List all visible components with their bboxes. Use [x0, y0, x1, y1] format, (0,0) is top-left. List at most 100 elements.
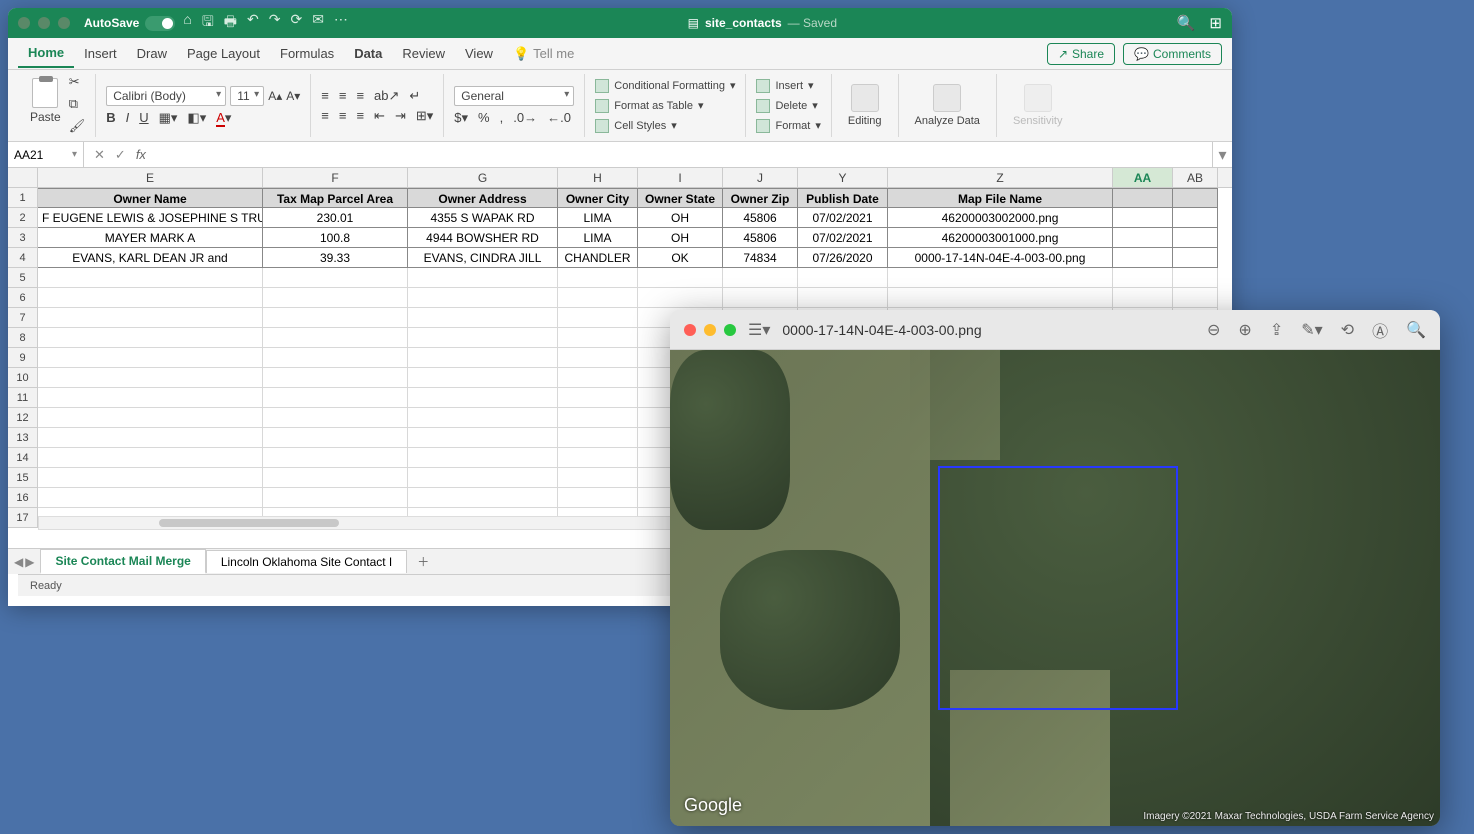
cell-J5[interactable] [723, 268, 798, 288]
autosave-switch[interactable] [145, 16, 175, 31]
cell-Y1[interactable]: Publish Date [798, 188, 888, 208]
cut-icon[interactable]: ✂ [69, 74, 86, 90]
conditional-formatting-button[interactable]: Conditional Formatting ▾ [595, 78, 735, 94]
cell-AA4[interactable] [1113, 248, 1173, 268]
tab-draw[interactable]: Draw [127, 40, 177, 67]
cell-F7[interactable] [263, 308, 408, 328]
cell-G8[interactable] [408, 328, 558, 348]
increase-decimal-icon[interactable]: .0→ [513, 110, 537, 125]
row-header-10[interactable]: 10 [8, 368, 37, 388]
row-header-1[interactable]: 1 [8, 188, 37, 208]
column-header-G[interactable]: G [408, 168, 558, 187]
cell-F10[interactable] [263, 368, 408, 388]
markup-icon[interactable]: ✎▾ [1301, 320, 1322, 340]
cell-E1[interactable]: Owner Name [38, 188, 263, 208]
cell-AA1[interactable] [1113, 188, 1173, 208]
align-middle-icon[interactable]: ≡ [339, 88, 347, 103]
row-header-8[interactable]: 8 [8, 328, 37, 348]
analyze-data-button[interactable]: Analyze Data [909, 80, 986, 131]
cell-H9[interactable] [558, 348, 638, 368]
row-header-2[interactable]: 2 [8, 208, 37, 228]
column-header-H[interactable]: H [558, 168, 638, 187]
cell-J4[interactable]: 74834 [723, 248, 798, 268]
scrollbar-thumb[interactable] [159, 519, 339, 527]
cell-F8[interactable] [263, 328, 408, 348]
cell-I1[interactable]: Owner State [638, 188, 723, 208]
increase-indent-icon[interactable]: ⇥ [395, 108, 406, 124]
cell-AA3[interactable] [1113, 228, 1173, 248]
autosave-toggle[interactable]: AutoSave [84, 16, 175, 31]
cell-AB5[interactable] [1173, 268, 1218, 288]
cell-E8[interactable] [38, 328, 263, 348]
format-painter-icon[interactable]: 🖌 [69, 118, 86, 134]
cell-E11[interactable] [38, 388, 263, 408]
cell-E3[interactable]: MAYER MARK A [38, 228, 263, 248]
cell-E10[interactable] [38, 368, 263, 388]
cell-Z4[interactable]: 0000-17-14N-04E-4-003-00.png [888, 248, 1113, 268]
mail-icon[interactable]: ✉ [312, 11, 324, 35]
cell-G2[interactable]: 4355 S WAPAK RD [408, 208, 558, 228]
share-icon[interactable]: ⇪ [1270, 320, 1283, 340]
font-color-button[interactable]: A▾ [216, 110, 231, 126]
cell-AA5[interactable] [1113, 268, 1173, 288]
cell-G4[interactable]: EVANS, CINDRA JILL [408, 248, 558, 268]
cell-Z2[interactable]: 46200003002000.png [888, 208, 1113, 228]
cell-G15[interactable] [408, 468, 558, 488]
cell-H16[interactable] [558, 488, 638, 508]
cell-E5[interactable] [38, 268, 263, 288]
cell-Y5[interactable] [798, 268, 888, 288]
home-icon[interactable]: ⌂ [183, 11, 191, 35]
tab-review[interactable]: Review [392, 40, 455, 67]
cell-G11[interactable] [408, 388, 558, 408]
cell-G5[interactable] [408, 268, 558, 288]
cell-I6[interactable] [638, 288, 723, 308]
column-header-AB[interactable]: AB [1173, 168, 1218, 187]
cell-Y6[interactable] [798, 288, 888, 308]
cell-H6[interactable] [558, 288, 638, 308]
row-header-14[interactable]: 14 [8, 448, 37, 468]
cell-E13[interactable] [38, 428, 263, 448]
cell-E4[interactable]: EVANS, KARL DEAN JR and [38, 248, 263, 268]
cell-E12[interactable] [38, 408, 263, 428]
cell-AB1[interactable] [1173, 188, 1218, 208]
cell-H10[interactable] [558, 368, 638, 388]
underline-button[interactable]: U [139, 110, 148, 125]
cell-H7[interactable] [558, 308, 638, 328]
cell-E6[interactable] [38, 288, 263, 308]
row-header-6[interactable]: 6 [8, 288, 37, 308]
rotate-icon[interactable]: ⟲ [1341, 320, 1354, 340]
cell-J2[interactable]: 45806 [723, 208, 798, 228]
save-icon[interactable]: 🖫 [202, 11, 214, 35]
cell-F1[interactable]: Tax Map Parcel Area [263, 188, 408, 208]
align-left-icon[interactable]: ≡ [321, 108, 329, 123]
cell-G10[interactable] [408, 368, 558, 388]
comments-button[interactable]: 💬 Comments [1123, 43, 1222, 65]
row-header-3[interactable]: 3 [8, 228, 37, 248]
cell-F9[interactable] [263, 348, 408, 368]
undo-icon[interactable]: ↶ [247, 11, 259, 35]
sheet-tab-1[interactable]: Site Contact Mail Merge [40, 549, 205, 574]
sidebar-toggle-icon[interactable]: ☰▾ [748, 320, 770, 340]
cell-F2[interactable]: 230.01 [263, 208, 408, 228]
cell-I4[interactable]: OK [638, 248, 723, 268]
sheet-tab-2[interactable]: Lincoln Oklahoma Site Contact I [206, 550, 407, 573]
cell-G9[interactable] [408, 348, 558, 368]
comma-icon[interactable]: , [500, 110, 504, 125]
expand-formula-icon[interactable]: ▾ [1212, 142, 1232, 167]
cell-H1[interactable]: Owner City [558, 188, 638, 208]
cancel-formula-icon[interactable]: ✕ [94, 147, 105, 163]
cell-G7[interactable] [408, 308, 558, 328]
decrease-indent-icon[interactable]: ⇤ [374, 108, 385, 124]
insert-cells-button[interactable]: Insert ▾ [756, 78, 820, 94]
tab-page-layout[interactable]: Page Layout [177, 40, 270, 67]
row-header-4[interactable]: 4 [8, 248, 37, 268]
decrease-font-icon[interactable]: A▾ [286, 89, 300, 103]
align-top-icon[interactable]: ≡ [321, 88, 329, 103]
cell-E9[interactable] [38, 348, 263, 368]
sheet-next-icon[interactable]: ▶ [25, 555, 34, 569]
cell-F13[interactable] [263, 428, 408, 448]
wrap-text-icon[interactable]: ↵ [409, 88, 420, 104]
zoom-icon[interactable] [724, 324, 736, 336]
number-format-select[interactable]: General [454, 86, 574, 106]
cell-Y2[interactable]: 07/02/2021 [798, 208, 888, 228]
